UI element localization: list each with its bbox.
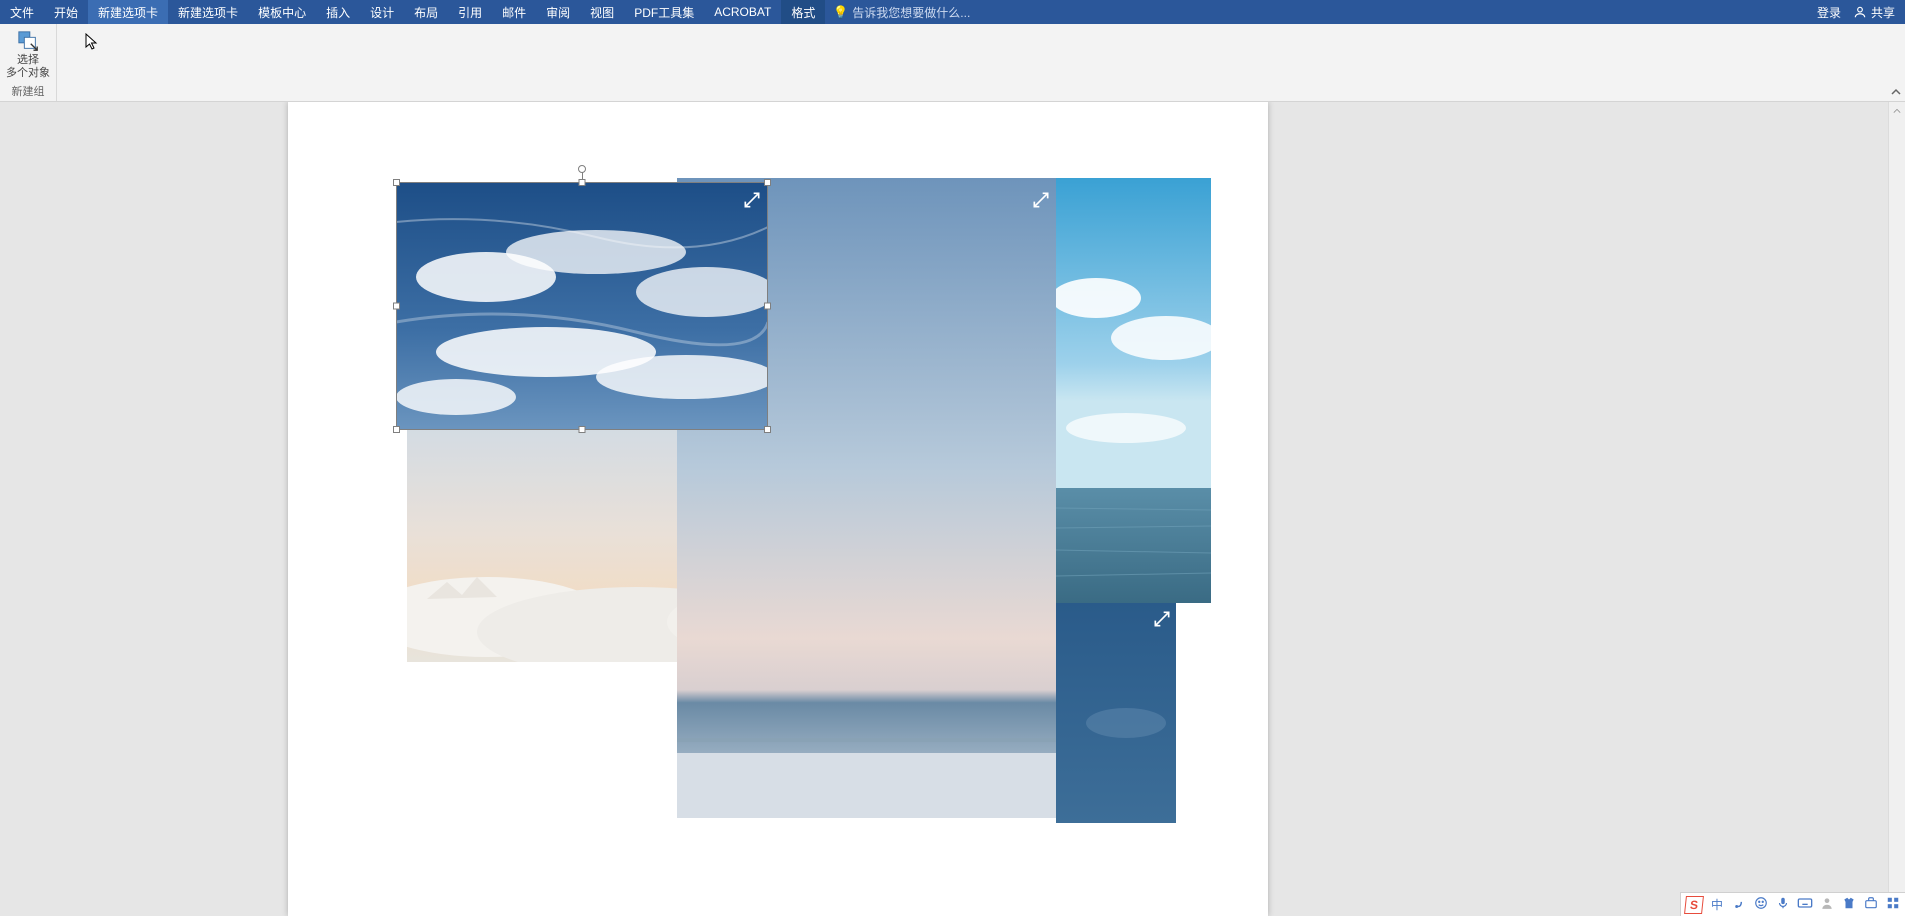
share-button[interactable]: 共享 xyxy=(1853,4,1895,21)
ime-lang-indicator[interactable]: 中 xyxy=(1709,896,1725,913)
ime-keyboard-icon[interactable] xyxy=(1797,896,1813,913)
tab-newtab2[interactable]: 新建选项卡 xyxy=(168,0,248,24)
select-multiple-objects-button[interactable]: 选择 多个对象 xyxy=(6,26,50,80)
tab-view[interactable]: 视图 xyxy=(580,0,624,24)
tab-acrobat[interactable]: ACROBAT xyxy=(704,0,781,24)
ime-punct-icon[interactable] xyxy=(1731,896,1747,913)
tab-references[interactable]: 引用 xyxy=(448,0,492,24)
vertical-scrollbar[interactable] xyxy=(1888,102,1905,916)
document-page[interactable] xyxy=(288,102,1268,916)
chevron-up-icon xyxy=(1893,107,1901,115)
tab-review[interactable]: 审阅 xyxy=(536,0,580,24)
ribbon-group-label: 新建组 xyxy=(12,83,45,99)
tab-templates[interactable]: 模板中心 xyxy=(248,0,316,24)
scroll-up-button[interactable] xyxy=(1889,102,1905,119)
tab-newtab1[interactable]: 新建选项卡 xyxy=(88,0,168,24)
chevron-up-icon xyxy=(1891,87,1901,97)
ime-skin-icon[interactable] xyxy=(1841,896,1857,913)
tab-mailings[interactable]: 邮件 xyxy=(492,0,536,24)
ime-toolbox-icon[interactable] xyxy=(1863,896,1879,913)
ime-grid-icon[interactable] xyxy=(1885,896,1901,913)
person-icon xyxy=(1853,5,1867,19)
collapse-ribbon-button[interactable] xyxy=(1887,24,1905,101)
sogou-logo-icon[interactable]: S xyxy=(1684,896,1704,914)
tab-pdf[interactable]: PDF工具集 xyxy=(624,0,704,24)
layout-options-button[interactable] xyxy=(742,190,762,210)
ribbon-group-newgroup: 选择 多个对象 新建组 xyxy=(0,24,57,101)
ime-smiley-icon[interactable] xyxy=(1753,896,1769,913)
tab-home[interactable]: 开始 xyxy=(44,0,88,24)
login-link[interactable]: 登录 xyxy=(1817,4,1841,21)
expand-icon xyxy=(1031,190,1051,210)
tell-me-placeholder: 告诉我您想要做什么... xyxy=(852,4,970,21)
inserted-image-night-sky[interactable] xyxy=(1056,603,1176,823)
tab-design[interactable]: 设计 xyxy=(360,0,404,24)
tab-file[interactable]: 文件 xyxy=(0,0,44,24)
select-objects-icon xyxy=(17,30,39,52)
tab-insert[interactable]: 插入 xyxy=(316,0,360,24)
inserted-image-blue-sky-selected[interactable] xyxy=(396,182,768,430)
expand-icon xyxy=(1152,609,1172,629)
document-area[interactable] xyxy=(0,102,1905,916)
ime-mic-icon[interactable] xyxy=(1775,896,1791,913)
ribbon-tab-strip: 文件 开始 新建选项卡 新建选项卡 模板中心 插入 设计 布局 引用 邮件 审阅… xyxy=(0,0,1905,24)
ime-toolbar[interactable]: S 中 xyxy=(1680,892,1905,916)
ribbon-content: 选择 多个对象 新建组 xyxy=(0,24,1905,102)
ime-person-icon[interactable] xyxy=(1819,896,1835,913)
tab-format[interactable]: 格式 xyxy=(781,0,825,24)
tab-layout[interactable]: 布局 xyxy=(404,0,448,24)
layout-options-button[interactable] xyxy=(1031,190,1051,210)
rotate-handle[interactable] xyxy=(578,165,586,173)
lightbulb-icon: 💡 xyxy=(833,5,848,19)
inserted-image-ocean[interactable] xyxy=(1056,178,1211,603)
tell-me-search[interactable]: 💡 告诉我您想要做什么... xyxy=(825,0,978,24)
layout-options-button[interactable] xyxy=(1152,609,1172,629)
expand-icon xyxy=(742,190,762,210)
